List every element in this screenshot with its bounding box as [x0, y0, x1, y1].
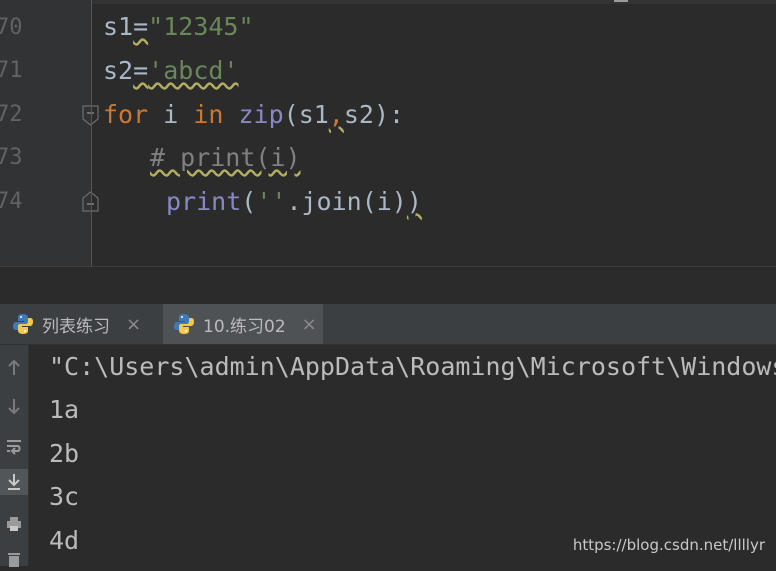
tab-list-practice[interactable]: 列表练习 ×	[12, 304, 154, 344]
watermark-text: https://blog.csdn.net/llllyr	[572, 536, 765, 554]
console-line: 2b	[49, 439, 80, 468]
run-console[interactable]: "C:\Users\admin\AppData\Roaming\Microsof…	[29, 345, 776, 566]
print-icon[interactable]	[0, 511, 28, 537]
code-token: ''	[256, 187, 287, 216]
code-line[interactable]: for i in zip(s1,s2):	[103, 93, 404, 137]
line-number: 71	[0, 58, 23, 83]
console-line: 1a	[49, 395, 80, 424]
gutter-divider	[91, 0, 92, 266]
code-line[interactable]: # print(i)	[150, 136, 301, 180]
code-token: (	[241, 187, 257, 216]
code-token: s2	[103, 56, 134, 85]
line-number: 74	[0, 189, 23, 214]
code-token: for	[103, 100, 149, 129]
run-toolstrip	[0, 345, 29, 567]
code-token: zip	[238, 100, 284, 129]
code-token: (s1	[283, 100, 329, 129]
panel-splitter[interactable]	[0, 266, 776, 304]
code-token: s1	[103, 12, 134, 41]
soft-wrap-icon[interactable]	[0, 433, 28, 459]
scroll-to-end-icon[interactable]	[0, 469, 28, 495]
scrollbar-marker[interactable]	[614, 0, 628, 2]
code-line[interactable]: print(''.join(i))	[166, 180, 422, 224]
console-line: 3c	[49, 482, 80, 511]
code-token: =	[133, 12, 149, 41]
code-token: in	[193, 100, 224, 129]
code-token: # print(i)	[150, 143, 301, 172]
console-line: 4d	[49, 526, 80, 555]
line-number: 72	[0, 102, 23, 127]
code-token: "12345"	[148, 12, 254, 41]
code-line[interactable]: s2='abcd'	[103, 49, 238, 93]
close-icon[interactable]: ×	[302, 314, 317, 335]
code-token: =	[133, 56, 149, 85]
code-token: s2):	[343, 100, 405, 129]
code-token: 'abcd'	[148, 56, 239, 85]
tab-label: 10.练习02	[203, 316, 286, 337]
code-line[interactable]: s1="12345"	[103, 5, 254, 49]
code-token: .join(i)	[286, 187, 407, 216]
python-icon	[13, 314, 33, 334]
code-token: )	[406, 187, 422, 216]
console-line: "C:\Users\admin\AppData\Roaming\Microsof…	[49, 352, 776, 381]
line-number-gutter: 70 71 72 73 74	[0, 0, 99, 266]
run-tab-bar: 列表练习 × 10.练习02 ×	[0, 304, 776, 345]
tab-label: 列表练习	[42, 316, 110, 337]
code-token: i	[148, 100, 194, 129]
python-icon	[174, 314, 194, 334]
code-token: ,	[328, 100, 344, 129]
code-editor[interactable]: 70 71 72 73 74 s1="12345" s2='abcd' for …	[0, 0, 776, 266]
editor-bottom-border	[0, 266, 776, 267]
delete-icon[interactable]	[0, 545, 28, 571]
line-number: 73	[0, 145, 23, 170]
arrow-down-icon[interactable]	[0, 393, 28, 419]
line-number: 70	[0, 15, 23, 40]
tab-exercise-02[interactable]: 10.练习02 ×	[163, 304, 323, 344]
code-token: print	[166, 187, 242, 216]
editor-top-border	[0, 0, 776, 4]
close-icon[interactable]: ×	[126, 314, 141, 335]
arrow-up-icon[interactable]	[0, 355, 28, 381]
